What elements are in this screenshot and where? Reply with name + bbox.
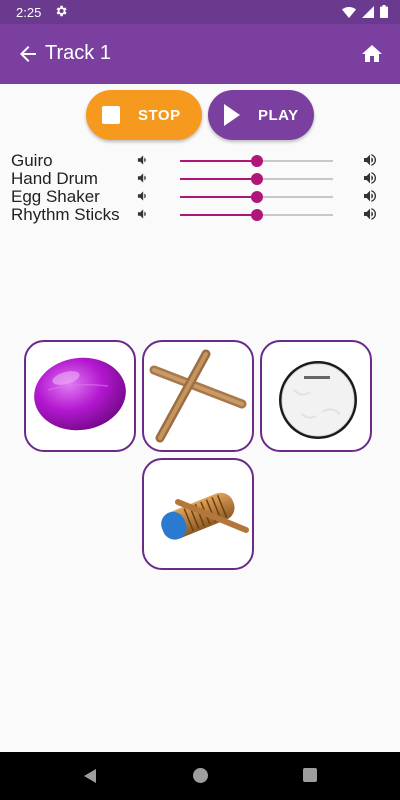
home-icon[interactable]	[360, 42, 384, 66]
egg-shaker-tile[interactable]	[24, 340, 136, 452]
nav-back-icon[interactable]	[82, 768, 98, 784]
hand-drum-tile[interactable]	[260, 340, 372, 452]
volume-up-icon	[364, 154, 377, 166]
play-button-label: PLAY	[258, 106, 299, 124]
volume-up-icon	[364, 172, 377, 184]
guiro-tile[interactable]	[142, 458, 254, 570]
volume-down-icon	[137, 173, 146, 183]
slider-thumb[interactable]	[250, 209, 263, 221]
system-nav-bar	[0, 752, 400, 800]
back-arrow-icon[interactable]	[16, 42, 40, 66]
mixer-row-hand-drum: Hand Drum	[0, 169, 400, 188]
volume-up-icon	[364, 208, 377, 220]
volume-down-icon	[137, 209, 146, 219]
play-icon	[224, 104, 240, 126]
volume-slider[interactable]	[180, 206, 333, 224]
status-icons	[342, 5, 388, 18]
status-time: 2:25	[16, 5, 42, 20]
volume-down-icon	[137, 155, 146, 165]
hand-drum-image	[279, 361, 357, 439]
mixer-row-guiro: Guiro	[0, 151, 400, 170]
guiro-image	[161, 492, 249, 540]
stop-icon	[102, 106, 120, 124]
battery-icon	[380, 5, 388, 18]
nav-recents-icon[interactable]	[303, 768, 317, 782]
nav-home-icon[interactable]	[193, 768, 208, 783]
status-bar: 2:25	[0, 0, 400, 24]
rhythm-sticks-image	[149, 349, 247, 443]
screen: 2:25 Track 1 STOP PLAY Guiro Hand Drum E…	[0, 0, 400, 800]
app-bar: Track 1	[0, 24, 400, 84]
egg-shaker-image	[34, 357, 126, 431]
mixer-row-egg-shaker: Egg Shaker	[0, 187, 400, 206]
volume-slider[interactable]	[180, 188, 333, 206]
volume-up-icon	[364, 190, 377, 202]
wifi-icon	[342, 6, 356, 18]
volume-down-icon	[137, 191, 146, 201]
stop-button-label: STOP	[138, 106, 181, 124]
track-label: Guiro	[11, 151, 53, 170]
rhythm-sticks-tile[interactable]	[142, 340, 254, 452]
track-label: Rhythm Sticks	[11, 205, 120, 224]
cell-signal-icon	[362, 5, 374, 18]
mixer-row-rhythm-sticks: Rhythm Sticks	[0, 205, 400, 224]
slider-thumb[interactable]	[250, 191, 263, 203]
page-title: Track 1	[45, 42, 111, 64]
settings-gear-icon	[56, 5, 67, 17]
track-label: Egg Shaker	[11, 187, 100, 206]
play-button[interactable]: PLAY	[208, 90, 314, 140]
track-label: Hand Drum	[11, 169, 98, 188]
slider-thumb[interactable]	[250, 155, 263, 167]
volume-slider[interactable]	[180, 170, 333, 188]
slider-thumb[interactable]	[250, 173, 263, 185]
stop-button[interactable]: STOP	[86, 90, 202, 140]
volume-slider[interactable]	[180, 152, 333, 170]
